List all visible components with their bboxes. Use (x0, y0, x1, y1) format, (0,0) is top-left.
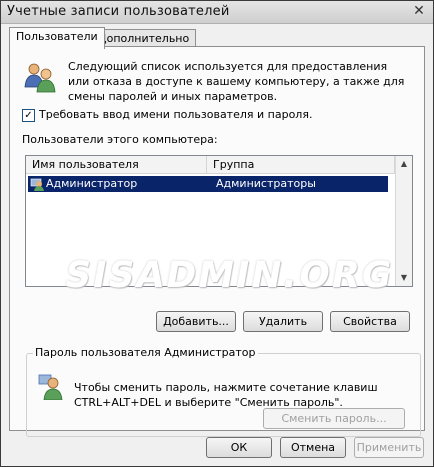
scroll-down-icon[interactable]: ▼ (396, 270, 412, 286)
window-title: Учетные записи пользователей (7, 4, 230, 19)
tab-users-label: Пользователи (16, 30, 98, 43)
properties-button[interactable]: Свойства (330, 311, 410, 332)
ok-button[interactable]: ОК (206, 437, 272, 458)
tab-advanced-label: Дополнительно (98, 32, 190, 45)
row-username: Администратор (46, 177, 138, 190)
column-header-username[interactable]: Имя пользователя (26, 156, 207, 174)
column-group-label: Группа (213, 158, 255, 171)
title-bar[interactable]: Учетные записи пользователей ✕ (1, 1, 433, 24)
password-group: Пароль пользователя Администратор Чтобы … (26, 346, 421, 437)
tab-users[interactable]: Пользователи (9, 27, 105, 49)
apply-button[interactable]: Применить (354, 437, 424, 458)
user-key-icon (38, 374, 63, 400)
password-instructions: Чтобы сменить пароль, нажмите сочетание … (74, 381, 378, 409)
column-header-group[interactable]: Группа (207, 156, 395, 174)
scroll-up-icon[interactable]: ▲ (396, 156, 412, 172)
description-text: Следующий список используется для предос… (68, 60, 405, 103)
user-accounts-window: Учетные записи пользователей ✕ Пользоват… (0, 0, 434, 467)
list-scrollbar[interactable]: ▲ ▼ (395, 156, 412, 286)
table-row[interactable]: Администратор Администраторы (28, 176, 388, 192)
cancel-button[interactable]: Отмена (280, 437, 346, 458)
password-group-title: Пароль пользователя Администратор (33, 346, 258, 359)
remove-user-button[interactable]: Удалить (243, 311, 323, 332)
user-icon (30, 178, 44, 191)
users-icon (24, 63, 56, 93)
dialog-content: Пользователи Дополнительно Следующий спи… (1, 24, 433, 466)
require-login-label: Требовать ввод имени пользователя и паро… (39, 108, 313, 121)
add-user-button[interactable]: Добавить... (156, 311, 236, 332)
column-username-label: Имя пользователя (32, 158, 139, 171)
watermark: SISADMIN.ORG (61, 255, 397, 296)
change-password-button[interactable]: Сменить пароль... (263, 408, 405, 429)
users-list-label: Пользователи этого компьютера: (22, 133, 218, 146)
checkbox-box[interactable]: ✓ (22, 109, 35, 122)
users-tab-panel: Следующий список используется для предос… (9, 46, 425, 437)
close-icon[interactable]: ✕ (411, 4, 427, 19)
row-group: Администраторы (216, 177, 316, 190)
